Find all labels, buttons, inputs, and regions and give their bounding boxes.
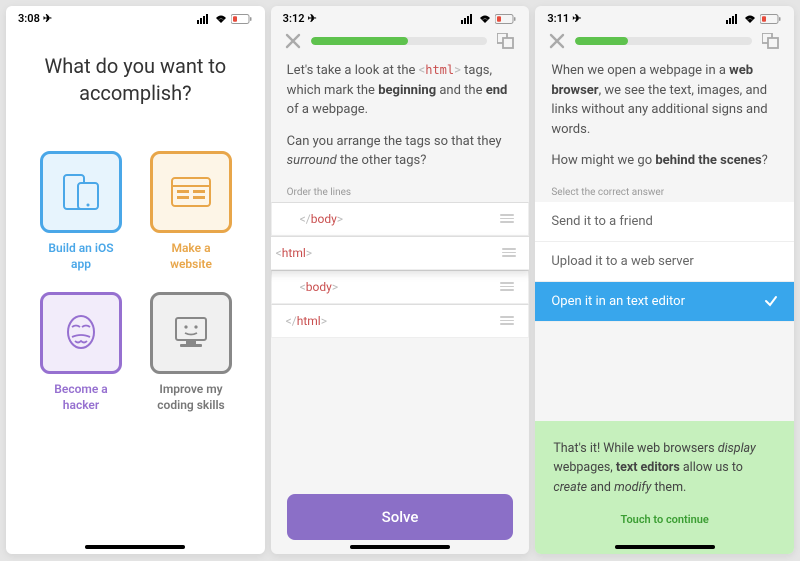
- chapters-icon[interactable]: [497, 33, 515, 49]
- answer-option-selected[interactable]: Open it in an text editor: [535, 282, 794, 322]
- drag-handle-icon[interactable]: [500, 316, 514, 325]
- order-line-dragging[interactable]: <html>: [271, 236, 530, 270]
- feedback-panel[interactable]: That's it! While web browsers display we…: [535, 421, 794, 554]
- clock: 3:11: [547, 12, 569, 25]
- tile-make-website[interactable]: Make a website: [150, 151, 232, 272]
- tile-label: Build an iOS app: [40, 241, 122, 272]
- answer-option[interactable]: Upload it to a web server: [535, 242, 794, 282]
- instruction-para-2: Can you arrange the tags so that they su…: [271, 126, 530, 177]
- check-icon: [764, 294, 778, 308]
- order-list: </body> <html> <body> </html>: [271, 202, 530, 338]
- order-line[interactable]: </body>: [271, 202, 530, 236]
- lesson-header: [271, 25, 530, 55]
- section-label: Select the correct answer: [535, 177, 794, 202]
- location-arrow-icon: ✈︎: [43, 12, 52, 25]
- browser-window-icon: [168, 172, 214, 212]
- home-indicator: [615, 545, 715, 549]
- clock: 3:08: [18, 12, 40, 25]
- solve-button[interactable]: Solve: [287, 494, 514, 540]
- phone-tablet-icon: [58, 169, 104, 215]
- instruction-para-2: How might we go behind the scenes?: [535, 145, 794, 177]
- wifi-icon: [214, 14, 228, 24]
- tile-label: Improve my coding skills: [150, 382, 232, 413]
- progress-bar: [311, 37, 488, 45]
- computer-icon: [168, 310, 214, 356]
- cellular-icon: [461, 14, 475, 24]
- location-arrow-icon: ✈︎: [572, 12, 581, 25]
- drag-handle-icon[interactable]: [500, 282, 514, 291]
- page-title: What do you want to accomplish?: [6, 25, 265, 137]
- location-arrow-icon: ✈︎: [308, 12, 317, 25]
- battery-low-icon: [760, 14, 782, 24]
- instruction-para-1: When we open a webpage in a web browser,…: [535, 55, 794, 145]
- battery-low-icon: [231, 14, 253, 24]
- cellular-icon: [197, 14, 211, 24]
- goal-grid: Build an iOS app Make a website Become a…: [6, 137, 265, 427]
- close-icon[interactable]: [549, 33, 565, 49]
- order-line[interactable]: </html>: [271, 304, 530, 338]
- section-label: Order the lines: [271, 177, 530, 202]
- status-bar: 3:11✈︎: [535, 6, 794, 25]
- wifi-icon: [743, 14, 757, 24]
- tile-label: Become a hacker: [40, 382, 122, 413]
- screen-multiple-choice: 3:11✈︎ When we open a webpage in a web b…: [535, 6, 794, 554]
- continue-label[interactable]: Touch to continue: [553, 511, 776, 528]
- anonymous-mask-icon: [58, 310, 104, 356]
- close-icon[interactable]: [285, 33, 301, 49]
- clock: 3:12: [283, 12, 305, 25]
- drag-handle-icon[interactable]: [502, 248, 516, 257]
- status-icons: [197, 14, 253, 24]
- tile-build-ios[interactable]: Build an iOS app: [40, 151, 122, 272]
- order-line[interactable]: <body>: [271, 270, 530, 304]
- drag-handle-icon[interactable]: [500, 214, 514, 223]
- instruction-para-1: Let's take a look at the <html> tags, wh…: [271, 55, 530, 126]
- lesson-header: [535, 25, 794, 55]
- wifi-icon: [478, 14, 492, 24]
- tile-improve-skills[interactable]: Improve my coding skills: [150, 292, 232, 413]
- home-indicator: [350, 545, 450, 549]
- status-icons: [726, 14, 782, 24]
- home-indicator: [85, 545, 185, 549]
- battery-low-icon: [495, 14, 517, 24]
- status-bar: 3:08✈︎: [6, 6, 265, 25]
- cellular-icon: [726, 14, 740, 24]
- progress-bar: [575, 37, 752, 45]
- tile-label: Make a website: [150, 241, 232, 272]
- screen-onboarding: 3:08✈︎ What do you want to accomplish? B…: [6, 6, 265, 554]
- status-bar: 3:12✈︎: [271, 6, 530, 25]
- screen-order-lines: 3:12✈︎ Let's take a look at the <html> t…: [271, 6, 530, 554]
- answer-option[interactable]: Send it to a friend: [535, 202, 794, 242]
- tile-become-hacker[interactable]: Become a hacker: [40, 292, 122, 413]
- status-icons: [461, 14, 517, 24]
- answer-list: Send it to a friend Upload it to a web s…: [535, 202, 794, 322]
- chapters-icon[interactable]: [762, 33, 780, 49]
